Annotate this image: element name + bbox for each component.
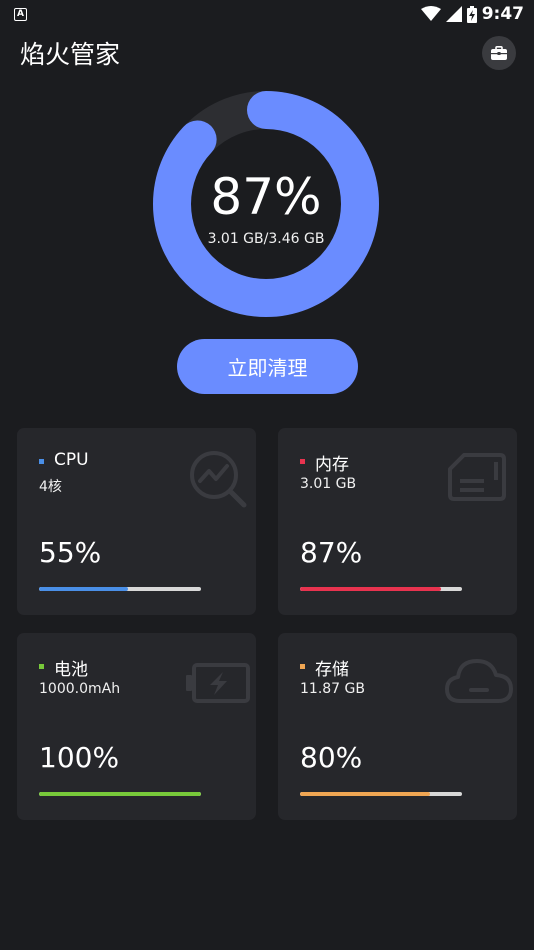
progress-bar (300, 792, 462, 796)
card-title: CPU (54, 450, 89, 470)
status-bar: A 9:47 (0, 0, 534, 28)
card-subtitle: 11.87 GB (300, 681, 365, 697)
progress-fill (39, 587, 129, 591)
signal-icon (445, 6, 462, 22)
progress-bar (39, 587, 201, 591)
app-title: 焰火管家 (20, 40, 121, 69)
memory-gauge: 87% 3.01 GB/3.46 GB (150, 88, 382, 320)
app-header: 焰火管家 (0, 28, 534, 78)
card-subtitle: 3.01 GB (300, 476, 357, 492)
progress-fill (300, 587, 441, 591)
status-time: 9:47 (481, 4, 524, 24)
progress-fill (39, 792, 201, 796)
memory-percent: 87% (210, 168, 322, 226)
cpu-card[interactable]: CPU 4核 55% (17, 428, 256, 615)
cloud-icon (445, 659, 513, 703)
sd-card-icon (448, 453, 506, 501)
chart-search-icon (190, 451, 247, 508)
progress-bar (39, 792, 201, 796)
battery-charging-icon (186, 663, 250, 703)
storage-card[interactable]: 存储 11.87 GB 80% (278, 633, 517, 820)
clean-now-button[interactable]: 立即清理 (177, 339, 358, 394)
briefcase-icon (491, 46, 507, 60)
app-notification-icon: A (14, 7, 27, 21)
card-title: 存储 (315, 660, 349, 680)
card-subtitle: 1000.0mAh (39, 681, 121, 697)
wifi-icon (420, 6, 441, 21)
card-value: 80% (300, 741, 363, 774)
card-value: 87% (300, 536, 363, 569)
card-value: 55% (39, 536, 102, 569)
battery-card[interactable]: 电池 1000.0mAh 100% (17, 633, 256, 820)
toolbox-button[interactable] (482, 36, 516, 70)
battery-indicator (39, 664, 44, 669)
progress-bar (300, 587, 462, 591)
cpu-indicator (39, 459, 44, 464)
memory-detail: 3.01 GB/3.46 GB (207, 231, 325, 247)
card-subtitle: 4核 (39, 479, 62, 495)
memory-card[interactable]: 内存 3.01 GB 87% (278, 428, 517, 615)
card-title: 电池 (54, 660, 88, 680)
battery-icon (466, 5, 477, 23)
storage-indicator (300, 664, 305, 669)
card-value: 100% (39, 741, 120, 774)
card-title: 内存 (315, 455, 349, 475)
progress-fill (300, 792, 430, 796)
memory-indicator (300, 459, 305, 464)
